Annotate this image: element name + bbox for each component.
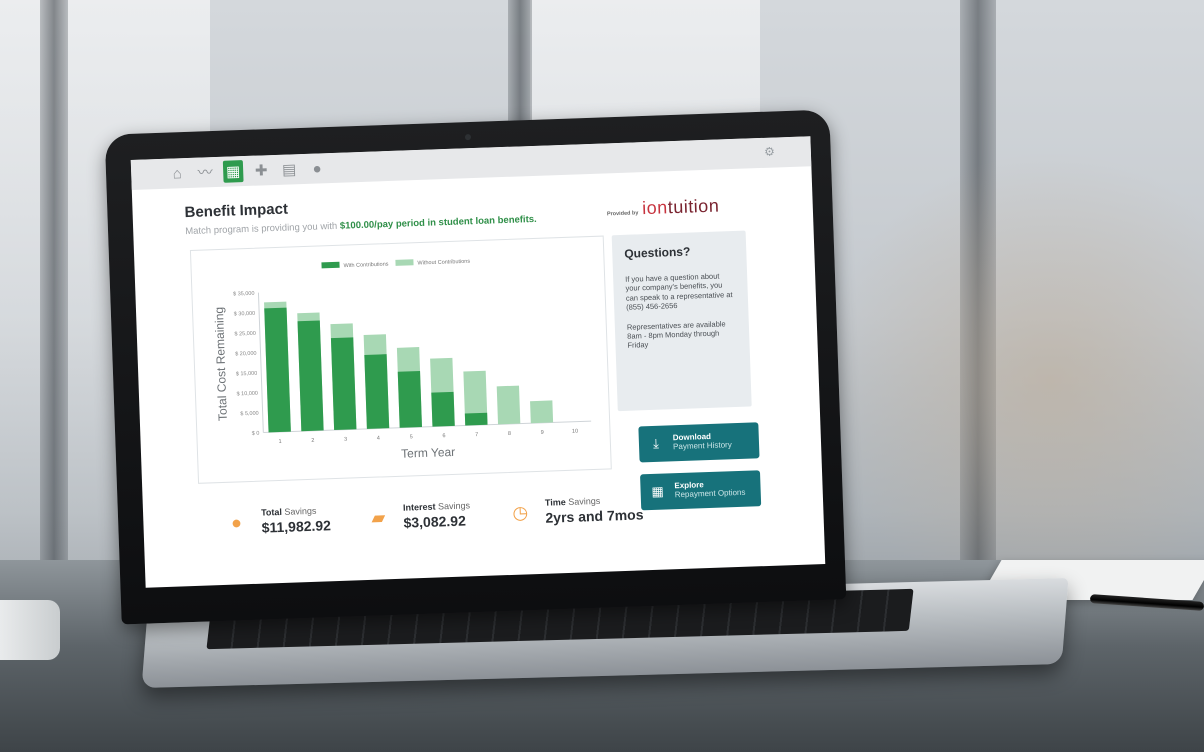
y-tick-label: $ 0: [252, 431, 260, 437]
grid-icon: ▦: [651, 483, 665, 500]
time-savings-label: Time Savings: [544, 494, 643, 508]
iontuition-logo: iontuition: [642, 195, 720, 219]
x-tick-label: 5: [410, 434, 413, 440]
money-icon: ▰: [371, 506, 386, 528]
download-sublabel: Payment History: [672, 440, 732, 452]
graduation-cap-icon[interactable]: ⌂: [167, 162, 188, 185]
total-savings-value: $11,982.92: [261, 517, 332, 536]
y-axis-label: Total Cost Remaining: [212, 307, 230, 421]
page-title: Benefit Impact: [184, 200, 289, 222]
bar-without-contributions: [496, 385, 521, 425]
x-tick-label: 7: [475, 432, 478, 438]
explore-sublabel: Repayment Options: [674, 487, 746, 500]
legend-swatch-without: [395, 259, 414, 266]
questions-title: Questions?: [624, 244, 691, 261]
label-rest: Savings: [435, 500, 471, 512]
label-bold: Total: [260, 506, 283, 518]
y-tick-label: $ 20,000: [235, 351, 257, 358]
bar-without-contributions: [530, 400, 554, 424]
y-tick-label: $ 30,000: [234, 311, 256, 318]
x-tick-label: 2: [311, 438, 314, 444]
bar-with-contributions: [264, 307, 291, 433]
label-bold: Time: [544, 497, 566, 508]
loan-doc-icon[interactable]: ▦: [222, 160, 244, 183]
background-glow: [820, 150, 1204, 570]
mug: [0, 600, 60, 660]
x-tick-label: 8: [508, 431, 511, 437]
x-tick-label: 10: [572, 429, 578, 435]
piggy-icon[interactable]: ✚: [251, 159, 272, 182]
subtitle-highlight: $100.00/pay period in student loan benef…: [339, 213, 537, 232]
download-icon: ⤓: [652, 435, 660, 451]
interest-savings-label: Interest Savings: [403, 500, 470, 512]
time-savings: ◷ Time Savings 2yrs and 7mos: [507, 494, 644, 527]
x-axis-label: Term Year: [401, 445, 455, 461]
window-frame: [40, 0, 68, 560]
y-tick-label: $ 5,000: [240, 411, 259, 418]
clock-icon: ◷: [512, 501, 529, 523]
bar-with-contributions: [464, 412, 488, 426]
time-savings-value: 2yrs and 7mos: [545, 506, 644, 526]
x-tick-label: 1: [278, 439, 281, 445]
bar-with-contributions: [431, 391, 455, 427]
questions-text: If you have a question about your compan…: [625, 271, 733, 312]
legend-swatch-with: [321, 261, 340, 269]
total-savings: ● Total Savings $11,982.92: [223, 505, 332, 537]
chart-svg: $ 0 $ 5,000 $ 10,000 $ 15,000 $ 20,000 $ 25,0…: [212, 259, 592, 461]
piggy-bank-icon: ●: [230, 511, 243, 533]
activity-icon[interactable]: 〰: [195, 161, 216, 184]
laptop-screen: ⌂ 〰 ▦ ✚ ▤ ● ⚙ Benefit Impact Match progr…: [130, 136, 826, 588]
x-tick-label: 9: [541, 430, 544, 436]
provided-by-label: Provided by: [606, 210, 639, 218]
y-tick-label: $ 25,000: [234, 331, 256, 338]
x-tick-label: 3: [344, 437, 347, 443]
label-bold: Interest: [402, 501, 436, 513]
total-savings-label: Total Savings: [260, 505, 331, 518]
bar-with-contributions: [364, 354, 390, 429]
logo-suffix: tuition: [667, 195, 720, 218]
logo-prefix: ion: [641, 197, 669, 219]
questions-hours: Representatives are available 8am - 8pm …: [626, 318, 726, 351]
x-tick-label: 6: [442, 433, 445, 439]
y-tick-label: $ 35,000: [233, 291, 255, 298]
interest-savings-value: $3,082.92: [403, 512, 467, 531]
interest-savings: ▰ Interest Savings $3,082.92: [365, 500, 471, 532]
subtitle-text: Match program is providing you with: [185, 220, 341, 238]
download-payment-history-button[interactable]: ⤓ Download Payment History: [638, 422, 760, 463]
legend-label-with: With Contributions: [343, 262, 388, 270]
provided-by: Provided by iontuition: [606, 195, 720, 220]
bag-icon[interactable]: ●: [307, 157, 328, 180]
y-axis-line: [257, 292, 264, 433]
y-tick-label: $ 10,000: [236, 391, 258, 398]
label-rest: Savings: [281, 505, 317, 517]
bar-chart: $ 0 $ 5,000 $ 10,000 $ 15,000 $ 20,000 $ 25,0…: [189, 235, 612, 484]
bar-with-contributions: [397, 371, 422, 428]
bar-with-contributions: [330, 337, 357, 431]
bar-with-contributions: [297, 320, 324, 432]
gear-icon[interactable]: ⚙: [764, 145, 775, 159]
label-rest: Savings: [565, 495, 601, 508]
legend-label-without: Without Contributions: [417, 259, 470, 267]
questions-panel: Questions? If you have a question about …: [611, 230, 752, 412]
x-tick-label: 4: [377, 435, 380, 441]
document-icon[interactable]: ▤: [279, 158, 300, 181]
y-tick-label: $ 15,000: [236, 371, 258, 378]
webcam: [464, 134, 471, 141]
explore-repayment-options-button[interactable]: ▦ Explore Repayment Options: [640, 470, 762, 511]
